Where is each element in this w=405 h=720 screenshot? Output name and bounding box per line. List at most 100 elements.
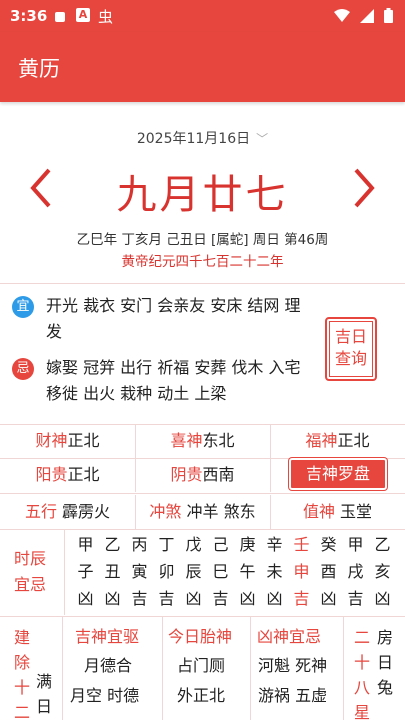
yingui-cell: 阴贵西南 xyxy=(170,465,235,484)
lunar-date: 九月廿七 xyxy=(116,172,289,218)
branches-cell: 戌 xyxy=(347,562,364,581)
stems-cell: 甲 xyxy=(347,535,364,554)
stems-cell: 乙 xyxy=(374,535,391,554)
jianchu-vertical: 建除十二 xyxy=(11,625,33,720)
branches-cell: 丑 xyxy=(104,562,121,581)
chevron-down-icon: ﹀ xyxy=(256,132,269,146)
stems-cell: 壬 xyxy=(293,535,310,554)
vertical-char: 二 xyxy=(13,703,30,720)
jishen-line-2: 月空 时德 xyxy=(70,686,140,705)
yi-section: 宜 开光 裁衣 安门 会亲友 安床 结网 理发 xyxy=(12,293,312,345)
status-time: 3:36 xyxy=(10,7,48,25)
xiu-value-vertical: 房日兔 xyxy=(374,625,396,700)
lucky-day-query-button[interactable]: 吉日 查询 xyxy=(325,317,377,381)
vertical-char: 日 xyxy=(376,653,393,672)
xiu-label-vertical: 二十八星 xyxy=(351,625,373,720)
jishen-line-1: 月德合 xyxy=(84,656,133,675)
vertical-char: 十 xyxy=(13,678,30,697)
vertical-char: 八 xyxy=(353,678,370,697)
vertical-char: 二 xyxy=(353,628,370,647)
luck-cell: 吉 xyxy=(212,589,229,608)
branches-cell: 卯 xyxy=(158,562,175,581)
luck-cell: 凶 xyxy=(104,589,121,608)
luck-cell: 吉 xyxy=(293,589,310,608)
luck-cell: 凶 xyxy=(185,589,202,608)
zhishen-cell: 值神 玉堂 xyxy=(302,502,373,521)
stems-cell: 丙 xyxy=(131,535,148,554)
battery-icon xyxy=(384,8,393,27)
hour-branches-row: 子丑寅卯辰巳午未申酉戌亥 xyxy=(72,559,397,585)
luck-cell: 凶 xyxy=(266,589,283,608)
wifi-icon xyxy=(334,8,350,27)
shichen-label: 时辰 宜忌 xyxy=(14,549,47,594)
branches-cell: 寅 xyxy=(131,562,148,581)
wuxing-row: 五行 霹雳火 冲煞 冲羊 煞东 值神 玉堂 xyxy=(0,495,405,529)
god-compass-button[interactable]: 吉神罗盘 xyxy=(289,458,387,490)
branches-cell: 巳 xyxy=(212,562,229,581)
ji-text: 嫁娶 冠笄 出行 祈福 安葬 伐木 入宅 移徙 出火 栽种 动土 上梁 xyxy=(46,358,301,403)
wuxing-cell: 五行 霹雳火 xyxy=(24,502,111,521)
fushen-cell: 福神正北 xyxy=(305,431,370,450)
ji-section: 忌 嫁娶 冠笄 出行 祈福 安葬 伐木 入宅 移徙 出火 栽种 动土 上梁 xyxy=(12,355,312,407)
xiongshen-line-1: 河魁 死神 xyxy=(258,656,328,675)
xiongshen-title: 凶神宜忌 xyxy=(257,627,322,646)
luck-cell: 凶 xyxy=(77,589,94,608)
vertical-char: 日 xyxy=(35,697,52,716)
branches-cell: 未 xyxy=(266,562,283,581)
stems-cell: 乙 xyxy=(104,535,121,554)
vertical-char: 房 xyxy=(376,628,393,647)
vertical-char: 除 xyxy=(13,653,30,672)
app-bar: 黄历 xyxy=(0,32,405,102)
branches-cell: 辰 xyxy=(185,562,202,581)
solar-date: 2025年11月16日 xyxy=(136,131,251,147)
status-bar: 3:36 A 虫 xyxy=(0,0,405,32)
chevron-right-icon xyxy=(354,168,375,208)
stems-cell: 丁 xyxy=(158,535,175,554)
stems-cell: 庚 xyxy=(239,535,256,554)
xishen-cell: 喜神东北 xyxy=(170,431,235,450)
branches-cell: 亥 xyxy=(374,562,391,581)
ji-badge: 忌 xyxy=(12,358,34,380)
luck-cell: 凶 xyxy=(374,589,391,608)
yi-badge: 宜 xyxy=(12,296,34,318)
jianchu-value: 满日 xyxy=(33,669,55,719)
vertical-char: 星 xyxy=(353,703,370,720)
luck-cell: 凶 xyxy=(239,589,256,608)
taishen-title: 今日胎神 xyxy=(168,627,233,646)
luck-cell: 吉 xyxy=(131,589,148,608)
vertical-char: 兔 xyxy=(376,678,393,697)
vertical-char: 十 xyxy=(353,653,370,672)
stems-cell: 戊 xyxy=(185,535,202,554)
luck-cell: 凶 xyxy=(320,589,337,608)
taishen-line-1: 占门厕 xyxy=(177,656,226,675)
solar-date-selector[interactable]: 2025年11月16日 ﹀ xyxy=(0,128,405,148)
app-a-icon: A xyxy=(76,8,90,22)
notification-square-icon xyxy=(54,9,66,22)
luck-cell: 吉 xyxy=(347,589,364,608)
stems-cell: 甲 xyxy=(77,535,94,554)
stems-cell: 己 xyxy=(212,535,229,554)
jishen-title: 吉神宜驱 xyxy=(75,627,140,646)
hour-stems-row: 甲乙丙丁戊己庚辛壬癸甲乙 xyxy=(72,532,397,558)
next-day-button[interactable] xyxy=(350,166,380,210)
stems-cell: 辛 xyxy=(266,535,283,554)
chongsha-cell: 冲煞 冲羊 煞东 xyxy=(149,502,256,521)
page-title: 黄历 xyxy=(18,57,60,81)
yi-text: 开光 裁衣 安门 会亲友 安床 结网 理发 xyxy=(46,296,301,341)
branches-cell: 申 xyxy=(293,562,310,581)
branches-cell: 子 xyxy=(77,562,94,581)
hour-luck-row: 凶凶吉吉凶吉凶凶吉凶吉凶 xyxy=(72,586,397,612)
branches-cell: 午 xyxy=(239,562,256,581)
luck-cell: 吉 xyxy=(158,589,175,608)
yanggui-cell: 阳贵正北 xyxy=(35,465,100,484)
caishen-cell: 财神正北 xyxy=(35,431,100,450)
ganzhi-info: 乙巳年 丁亥月 己丑日 [属蛇] 周日 第46周 xyxy=(76,232,329,248)
branches-cell: 酉 xyxy=(320,562,337,581)
signal-icon xyxy=(360,8,374,27)
vertical-char: 建 xyxy=(13,628,30,647)
gods-row-1: 财神正北 喜神东北 福神正北 xyxy=(0,424,405,458)
xiongshen-line-2: 游祸 五虚 xyxy=(258,686,328,705)
huangdi-era: 黄帝纪元四千七百二十二年 xyxy=(121,254,284,270)
stems-cell: 癸 xyxy=(320,535,337,554)
vertical-char: 满 xyxy=(35,672,52,691)
